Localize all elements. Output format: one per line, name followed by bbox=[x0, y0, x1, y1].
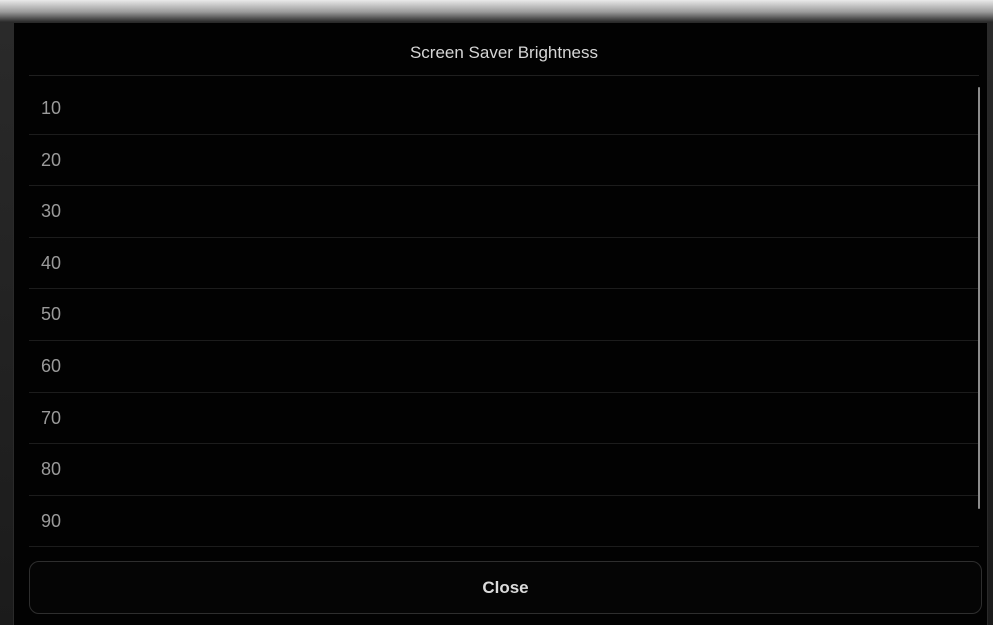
brightness-option-90[interactable]: 90 bbox=[29, 496, 979, 548]
brightness-option-40[interactable]: 40 bbox=[29, 238, 979, 290]
brightness-option-10[interactable]: 10 bbox=[29, 83, 979, 135]
brightness-option-60[interactable]: 60 bbox=[29, 341, 979, 393]
brightness-option-30[interactable]: 30 bbox=[29, 186, 979, 238]
window-frame: Screen Saver Brightness 10 20 30 40 50 6… bbox=[0, 0, 993, 625]
list-scrollbar[interactable] bbox=[978, 87, 980, 509]
dialog-title: Screen Saver Brightness bbox=[29, 23, 979, 76]
brightness-option-50[interactable]: 50 bbox=[29, 289, 979, 341]
brightness-option-70[interactable]: 70 bbox=[29, 393, 979, 445]
brightness-dialog: Screen Saver Brightness 10 20 30 40 50 6… bbox=[13, 22, 988, 625]
brightness-option-80[interactable]: 80 bbox=[29, 444, 979, 496]
close-button[interactable]: Close bbox=[29, 561, 982, 614]
brightness-option-20[interactable]: 20 bbox=[29, 135, 979, 187]
brightness-option-list[interactable]: 10 20 30 40 50 60 70 80 90 bbox=[29, 83, 979, 548]
